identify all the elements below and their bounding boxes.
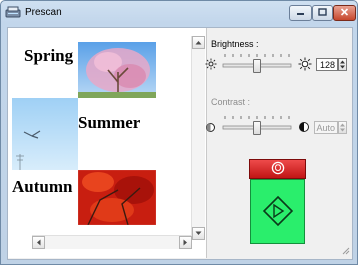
start-diamond-icon (262, 195, 294, 229)
brightness-label: Brightness : (211, 39, 259, 49)
close-button[interactable] (333, 5, 356, 21)
scroll-up-button[interactable] (192, 36, 205, 49)
start-button[interactable] (250, 179, 305, 244)
autumn-photo (78, 170, 156, 225)
minimize-button[interactable] (289, 5, 312, 21)
scroll-down-button[interactable] (192, 227, 205, 240)
minimize-icon (296, 8, 305, 18)
preview-vertical-scrollbar[interactable] (191, 36, 205, 240)
preview-word-autumn: Autumn (12, 177, 73, 196)
brightness-spinner[interactable] (338, 58, 347, 71)
scroll-right-icon (183, 239, 188, 246)
contrast-label: Contrast : (211, 97, 251, 107)
scroll-left-button[interactable] (32, 236, 45, 249)
preview-word-summer: Summer (78, 113, 141, 132)
title-bar[interactable]: Prescan (1, 1, 357, 25)
scroll-left-icon (36, 239, 41, 246)
brightness-slider[interactable] (221, 52, 293, 74)
scroll-down-icon (195, 231, 202, 236)
sun-small-icon (205, 58, 217, 72)
spring-photo (78, 42, 156, 98)
brightness-thumb[interactable] (253, 59, 261, 73)
prescan-window: Prescan Spring Summer Autumn Brightness … (0, 0, 358, 265)
scanner-icon (5, 5, 21, 19)
preview-pane[interactable]: Spring Summer Autumn (8, 28, 207, 258)
maximize-button[interactable] (312, 5, 333, 21)
scroll-right-button[interactable] (179, 236, 192, 249)
preview-word-spring: Spring (24, 46, 74, 65)
contrast-slider[interactable] (221, 114, 293, 136)
stop-icon (271, 161, 285, 177)
client-area: Spring Summer Autumn Brightness: 128 Co… (7, 27, 353, 260)
contrast-value-field[interactable]: Auto (314, 121, 338, 134)
preview-horizontal-scrollbar[interactable] (32, 235, 192, 249)
contrast-low-icon (205, 122, 216, 135)
resize-grip[interactable] (340, 245, 350, 257)
contrast-spinner[interactable] (338, 121, 347, 134)
stop-button[interactable] (249, 159, 306, 179)
summer-photo (12, 98, 78, 170)
scroll-up-icon (195, 40, 202, 45)
contrast-high-icon (298, 121, 310, 135)
maximize-icon (318, 8, 327, 18)
window-title: Prescan (25, 7, 62, 18)
close-icon (340, 8, 349, 18)
brightness-value-field[interactable]: 128 (316, 58, 338, 71)
sun-large-icon (298, 57, 312, 73)
contrast-thumb[interactable] (253, 121, 261, 135)
